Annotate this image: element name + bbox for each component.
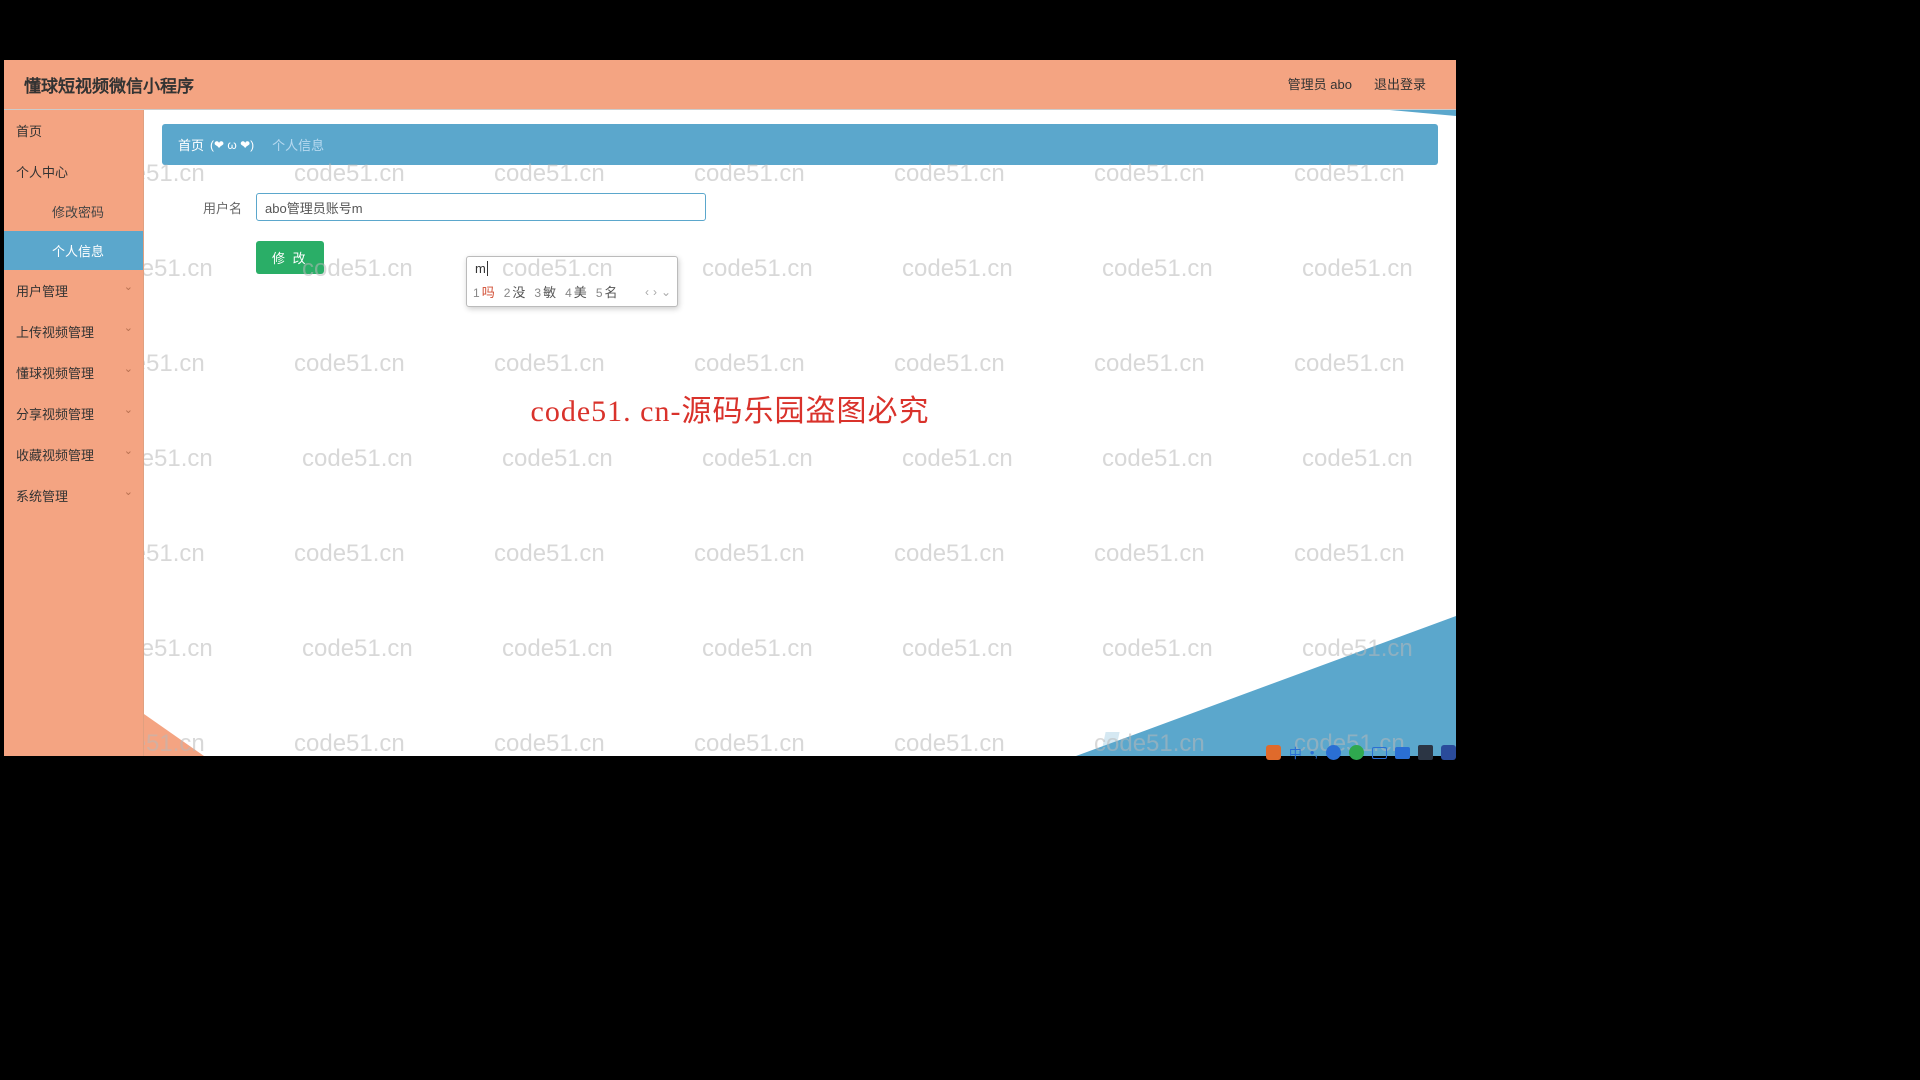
breadcrumb: 首页 (❤ ω ❤) 个人信息 [162,124,1438,165]
ime-typed: m [475,261,488,276]
admin-label[interactable]: 管理员 abo [1288,74,1352,93]
sidebar-subitem-personal-info[interactable]: 个人信息 [4,231,143,270]
ime-candidate-2[interactable]: 2没 [504,282,526,301]
ime-candidate-5[interactable]: 5名 [596,282,618,301]
ime-more-icon[interactable]: ⌄ [661,285,671,299]
tray-icon-tool[interactable] [1395,747,1410,759]
sidebar-item-system-mgmt[interactable]: 系统管理 [4,475,143,516]
sidebar-subitem-change-password[interactable]: 修改密码 [4,192,143,231]
ime-prev-icon[interactable]: ‹ [645,285,649,299]
app-title: 懂球短视频微信小程序 [24,72,194,97]
tray-icon-user[interactable] [1349,745,1364,760]
sidebar-item-upload-video-mgmt[interactable]: 上传视频管理 [4,311,143,352]
system-tray: 中 •, [1266,743,1456,762]
tray-icon-sogou[interactable] [1266,745,1281,760]
username-label: 用户名 [174,198,242,217]
sidebar-item-share-video-mgmt[interactable]: 分享视频管理 [4,393,143,434]
tray-icon-settings[interactable] [1441,745,1456,760]
ime-candidate-4[interactable]: 4美 [565,282,587,301]
breadcrumb-emoji: (❤ ω ❤) [210,138,254,152]
breadcrumb-home[interactable]: 首页 [178,135,204,154]
tray-icon-keyboard[interactable] [1372,747,1387,759]
app-header: 懂球短视频微信小程序 [4,60,1456,110]
sidebar-item-home[interactable]: 首页 [4,110,143,151]
submit-button[interactable]: 修 改 [256,241,324,274]
decor-triangle-bottom-right [1076,616,1456,756]
logout-link[interactable]: 退出登录 [1374,74,1426,93]
sidebar-item-favorite-video-mgmt[interactable]: 收藏视频管理 [4,434,143,475]
sidebar-item-dongqiu-video-mgmt[interactable]: 懂球视频管理 [4,352,143,393]
sidebar-item-personal-center[interactable]: 个人中心 [4,151,143,192]
tray-icon-input-mode[interactable]: 中 [1289,743,1302,762]
sidebar-item-user-mgmt[interactable]: 用户管理 [4,270,143,311]
username-input[interactable] [256,193,706,221]
tray-icon-punct[interactable]: •, [1310,745,1318,760]
tray-icon-cloud[interactable] [1326,745,1341,760]
ime-next-icon[interactable]: › [653,285,657,299]
breadcrumb-current: 个人信息 [272,135,324,154]
sidebar: 首页 个人中心 修改密码 个人信息 用户管理 上传视频管理 懂球视频管理 分享视… [4,110,144,756]
ime-candidate-3[interactable]: 3敏 [534,282,556,301]
tray-icon-skin[interactable] [1418,745,1433,760]
ime-popup: m 1吗 2没 3敏 4美 5名 ‹ › ⌄ [466,256,678,307]
ime-candidate-1[interactable]: 1吗 [473,282,495,301]
